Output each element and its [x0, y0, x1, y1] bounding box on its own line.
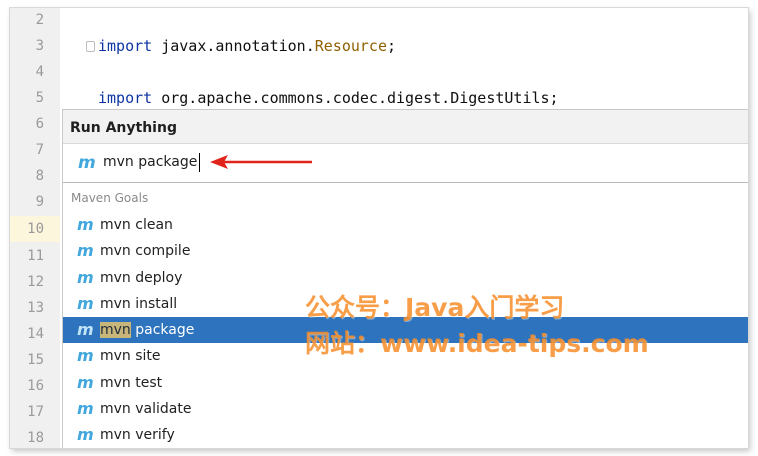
- line-number: 11: [27, 248, 44, 264]
- maven-icon: m: [77, 215, 94, 234]
- text-caret: [199, 153, 200, 172]
- watermark-line-2: 网站：www.idea-tips.com: [305, 329, 649, 358]
- red-arrow-annotation-icon: [210, 155, 312, 169]
- list-item-mvn-verify[interactable]: m mvn verify: [63, 422, 748, 448]
- line-number: 4: [35, 64, 44, 80]
- maven-icon: m: [77, 241, 94, 261]
- line-number: 13: [27, 300, 44, 316]
- match-highlight: mvn: [100, 322, 131, 339]
- line-number: 7: [35, 142, 44, 158]
- maven-icon: m: [77, 399, 94, 419]
- popup-title: Run Anything: [63, 110, 748, 144]
- watermark: 公众号：Java入门学习 网站：www.idea-tips.com: [305, 290, 649, 362]
- line-number: 12: [27, 274, 44, 290]
- maven-icon: m: [77, 293, 94, 313]
- maven-icon: m: [78, 153, 96, 173]
- run-anything-popup: Run Anything m Maven Goals mmvn clean mm…: [62, 109, 748, 448]
- line-number: 9: [35, 194, 44, 210]
- code-line-import-digestutils: import org.apache.commons.codec.digest.D…: [98, 89, 559, 107]
- maven-icon: m: [77, 372, 94, 392]
- line-number-current: 10: [10, 216, 60, 242]
- list-item-mvn-deploy[interactable]: m mvn deploy: [63, 265, 748, 291]
- line-number: 16: [27, 378, 44, 394]
- line-number: 18: [27, 430, 44, 446]
- line-number: 14: [27, 326, 44, 342]
- line-number: 2: [35, 12, 44, 28]
- maven-icon: m: [77, 267, 94, 287]
- line-number: 15: [27, 352, 44, 368]
- fold-marker-icon[interactable]: [86, 41, 95, 52]
- code-line-import-resource: import javax.annotation.Resource;: [98, 37, 397, 55]
- ide-window: 2 3 4 5 6 7 8 9 10 11 12 13 14 15 16 17 …: [10, 8, 748, 448]
- line-number: 6: [35, 116, 44, 132]
- list-item-mvn-test[interactable]: m mvn test: [63, 370, 748, 396]
- group-label-maven-goals: Maven Goals: [71, 191, 149, 205]
- maven-icon: m: [77, 320, 94, 340]
- line-number-gutter: 2 3 4 5 6 7 8 9 10 11 12 13 14 15 16 17 …: [10, 8, 60, 448]
- line-number: 8: [35, 168, 44, 184]
- list-item-mvn-compile[interactable]: m mvn compile: [63, 238, 748, 264]
- list-item-mvn-clean[interactable]: m mvn clean: [63, 212, 748, 238]
- watermark-line-1: 公众号：Java入门学习: [305, 293, 565, 322]
- maven-icon: m: [77, 346, 94, 366]
- line-number: 3: [35, 38, 44, 54]
- maven-icon: m: [77, 425, 94, 445]
- list-item-mvn-validate[interactable]: m mvn validate: [63, 396, 748, 422]
- line-number: 17: [27, 404, 44, 420]
- search-row: m: [63, 144, 748, 183]
- line-number: 5: [35, 90, 44, 106]
